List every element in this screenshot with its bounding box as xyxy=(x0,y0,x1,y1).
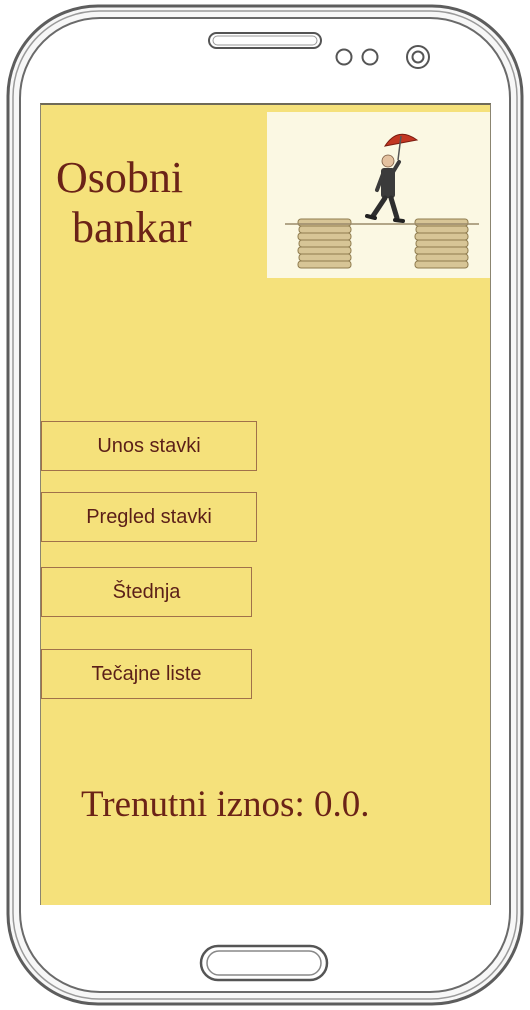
home-button[interactable] xyxy=(199,944,329,982)
tecajne-liste-button[interactable]: Tečajne liste xyxy=(41,649,252,699)
banker-illustration-image xyxy=(267,112,490,278)
app-title-line1: Osobni xyxy=(56,153,184,202)
current-balance-label: Trenutni iznos: 0.0. xyxy=(81,784,370,825)
speaker-grille xyxy=(208,32,322,49)
unos-stavki-button[interactable]: Unos stavki xyxy=(41,421,257,471)
camera-icon xyxy=(406,45,430,69)
stednja-button[interactable]: Štednja xyxy=(41,567,252,617)
app-title: Osobni bankar xyxy=(56,153,276,253)
app-screen: Osobni bankar Unos stavki Pregled stavki… xyxy=(40,103,491,905)
tightrope-coins-icon xyxy=(285,133,479,269)
pregled-stavki-button[interactable]: Pregled stavki xyxy=(41,492,257,542)
app-title-line2: bankar xyxy=(72,203,192,252)
